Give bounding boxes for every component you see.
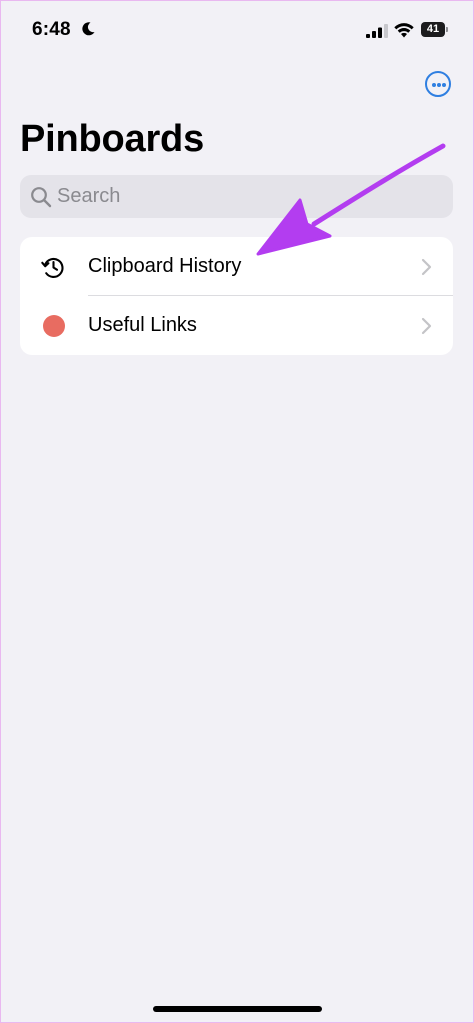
ellipsis-dot: [437, 83, 441, 87]
ellipsis-circle-icon[interactable]: [425, 71, 451, 97]
status-time: 6:48: [32, 19, 71, 40]
search-bar[interactable]: [20, 175, 453, 218]
list-item-label: Clipboard History: [88, 255, 242, 277]
list-item-label: Useful Links: [88, 314, 197, 336]
ellipsis-dot: [442, 83, 446, 87]
status-bar: 6:48 41: [0, 0, 474, 60]
battery-icon: 41: [421, 22, 448, 37]
battery-cap: [446, 27, 448, 32]
page-title: Pinboards: [20, 118, 205, 160]
pinboards-list: Clipboard History Useful Links: [20, 237, 453, 355]
search-input[interactable]: [57, 175, 437, 218]
moon-icon: [82, 22, 95, 36]
chevron-right-icon: [421, 258, 432, 276]
color-dot-icon: [43, 315, 65, 337]
wifi-icon: [394, 23, 414, 38]
search-icon: [31, 187, 52, 208]
battery-level: 41: [426, 23, 440, 35]
home-indicator[interactable]: [153, 1006, 322, 1012]
ellipsis-dot: [432, 83, 436, 87]
battery-body: 41: [421, 22, 445, 37]
list-item-clipboard-history[interactable]: Clipboard History: [20, 237, 453, 296]
cellular-signal-icon: [366, 24, 388, 38]
clock-history-icon: [41, 257, 64, 278]
list-item-useful-links[interactable]: Useful Links: [20, 296, 453, 355]
chevron-right-icon: [421, 317, 432, 335]
